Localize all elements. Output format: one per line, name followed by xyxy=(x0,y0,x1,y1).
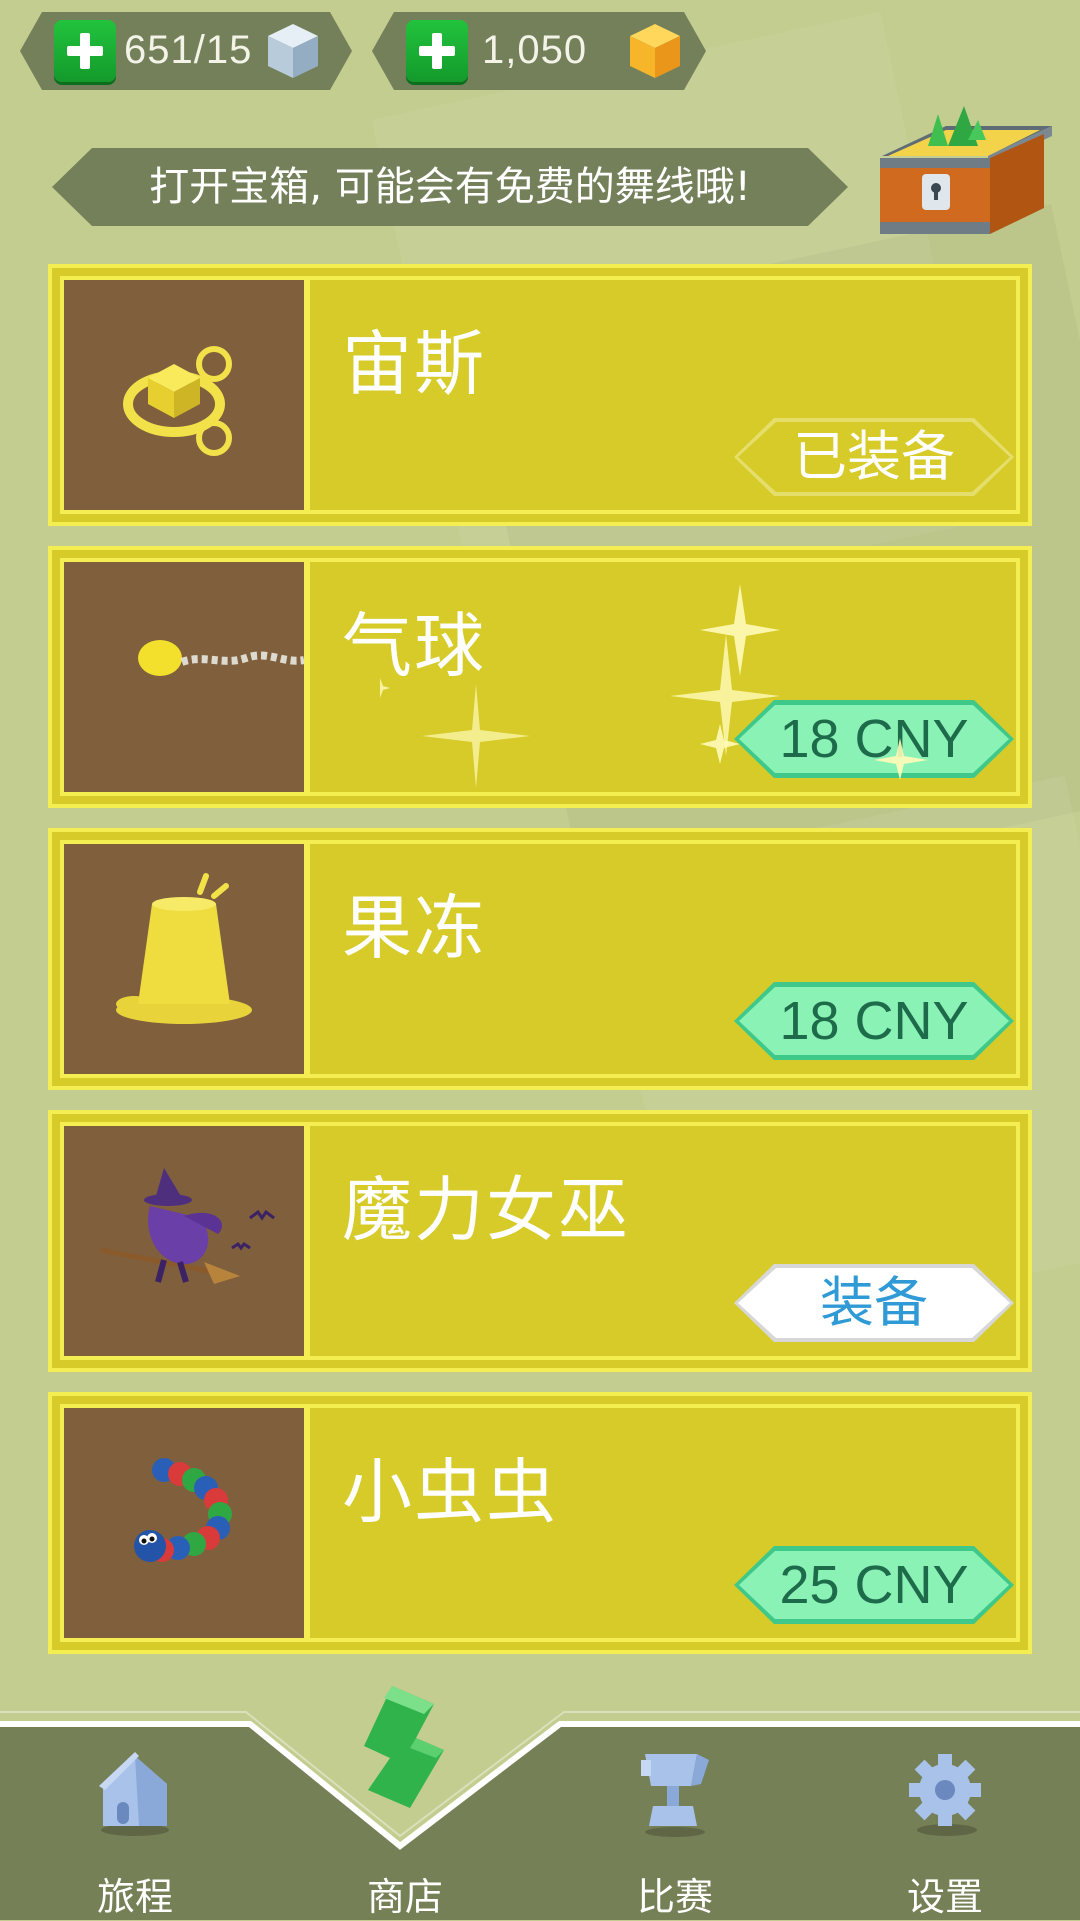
shop-item-card[interactable]: 气球 18 CNY xyxy=(48,546,1032,808)
caterpillar-line-icon xyxy=(134,1458,232,1562)
gem-count: 1,050 xyxy=(482,28,588,72)
equip-button[interactable]: 装备 xyxy=(734,1264,1014,1342)
equipped-badge: 已装备 xyxy=(734,418,1014,496)
item-name: 气球 xyxy=(342,605,486,687)
nav-contest[interactable]: 比赛 xyxy=(540,1700,810,1920)
item-name: 宙斯 xyxy=(342,323,486,405)
gold-gem-icon xyxy=(624,20,686,82)
promo-banner: 打开宝箱, 可能会有免费的舞线哦! xyxy=(52,148,848,226)
shop-item-card[interactable]: 宙斯 已装备 xyxy=(48,264,1032,526)
nav-settings-label: 设置 xyxy=(906,1875,983,1919)
item-thumbnail xyxy=(64,1408,310,1638)
house-icon xyxy=(99,1752,169,1836)
shop-item-card[interactable]: 魔力女巫 装备 xyxy=(48,1110,1032,1372)
item-thumbnail xyxy=(64,562,310,792)
jelly-line-icon xyxy=(116,873,252,1024)
add-cubes-button[interactable] xyxy=(54,20,116,82)
item-name: 魔力女巫 xyxy=(342,1169,630,1251)
shop-item-card[interactable]: 小虫虫 25 CNY xyxy=(48,1392,1032,1654)
price-label: 18 CNY xyxy=(739,987,1009,1055)
item-thumbnail xyxy=(64,1126,310,1356)
nav-contest-label: 比赛 xyxy=(636,1875,713,1919)
shop-item-card[interactable]: 果冻 18 CNY xyxy=(48,828,1032,1090)
item-name: 小虫虫 xyxy=(342,1451,558,1533)
buy-button[interactable]: 25 CNY xyxy=(734,1546,1014,1624)
gem-counter: 1,050 xyxy=(372,12,706,90)
nav-settings[interactable]: 设置 xyxy=(810,1700,1080,1920)
treasure-chest-icon[interactable] xyxy=(868,100,1060,240)
trophy-icon xyxy=(641,1754,709,1837)
shop-icon xyxy=(364,1686,444,1808)
item-thumbnail xyxy=(64,280,310,510)
price-label: 18 CNY xyxy=(739,705,1009,773)
cube-count: 651/15 xyxy=(124,28,253,72)
nav-journey[interactable]: 旅程 xyxy=(0,1700,270,1920)
zeus-line-icon xyxy=(123,346,232,456)
buy-button[interactable]: 18 CNY xyxy=(734,982,1014,1060)
item-name: 果冻 xyxy=(342,887,486,969)
bottom-nav: 旅程 商店 比赛 设置 xyxy=(0,1686,1080,1920)
witch-line-icon xyxy=(99,1168,275,1284)
cube-counter: 651/15 xyxy=(20,12,352,90)
nav-shop-label: 商店 xyxy=(366,1875,443,1919)
equipped-label: 已装备 xyxy=(738,422,1010,492)
balloon-line-icon xyxy=(138,640,304,676)
ice-cube-icon xyxy=(262,20,324,82)
price-label: 25 CNY xyxy=(739,1551,1009,1619)
nav-shop[interactable]: 商店 xyxy=(270,1686,540,1920)
equip-label: 装备 xyxy=(738,1268,1010,1338)
buy-button[interactable]: 18 CNY xyxy=(734,700,1014,778)
add-gems-button[interactable] xyxy=(406,20,468,82)
item-thumbnail xyxy=(64,844,310,1074)
nav-journey-label: 旅程 xyxy=(96,1875,173,1919)
gear-icon xyxy=(909,1754,981,1836)
